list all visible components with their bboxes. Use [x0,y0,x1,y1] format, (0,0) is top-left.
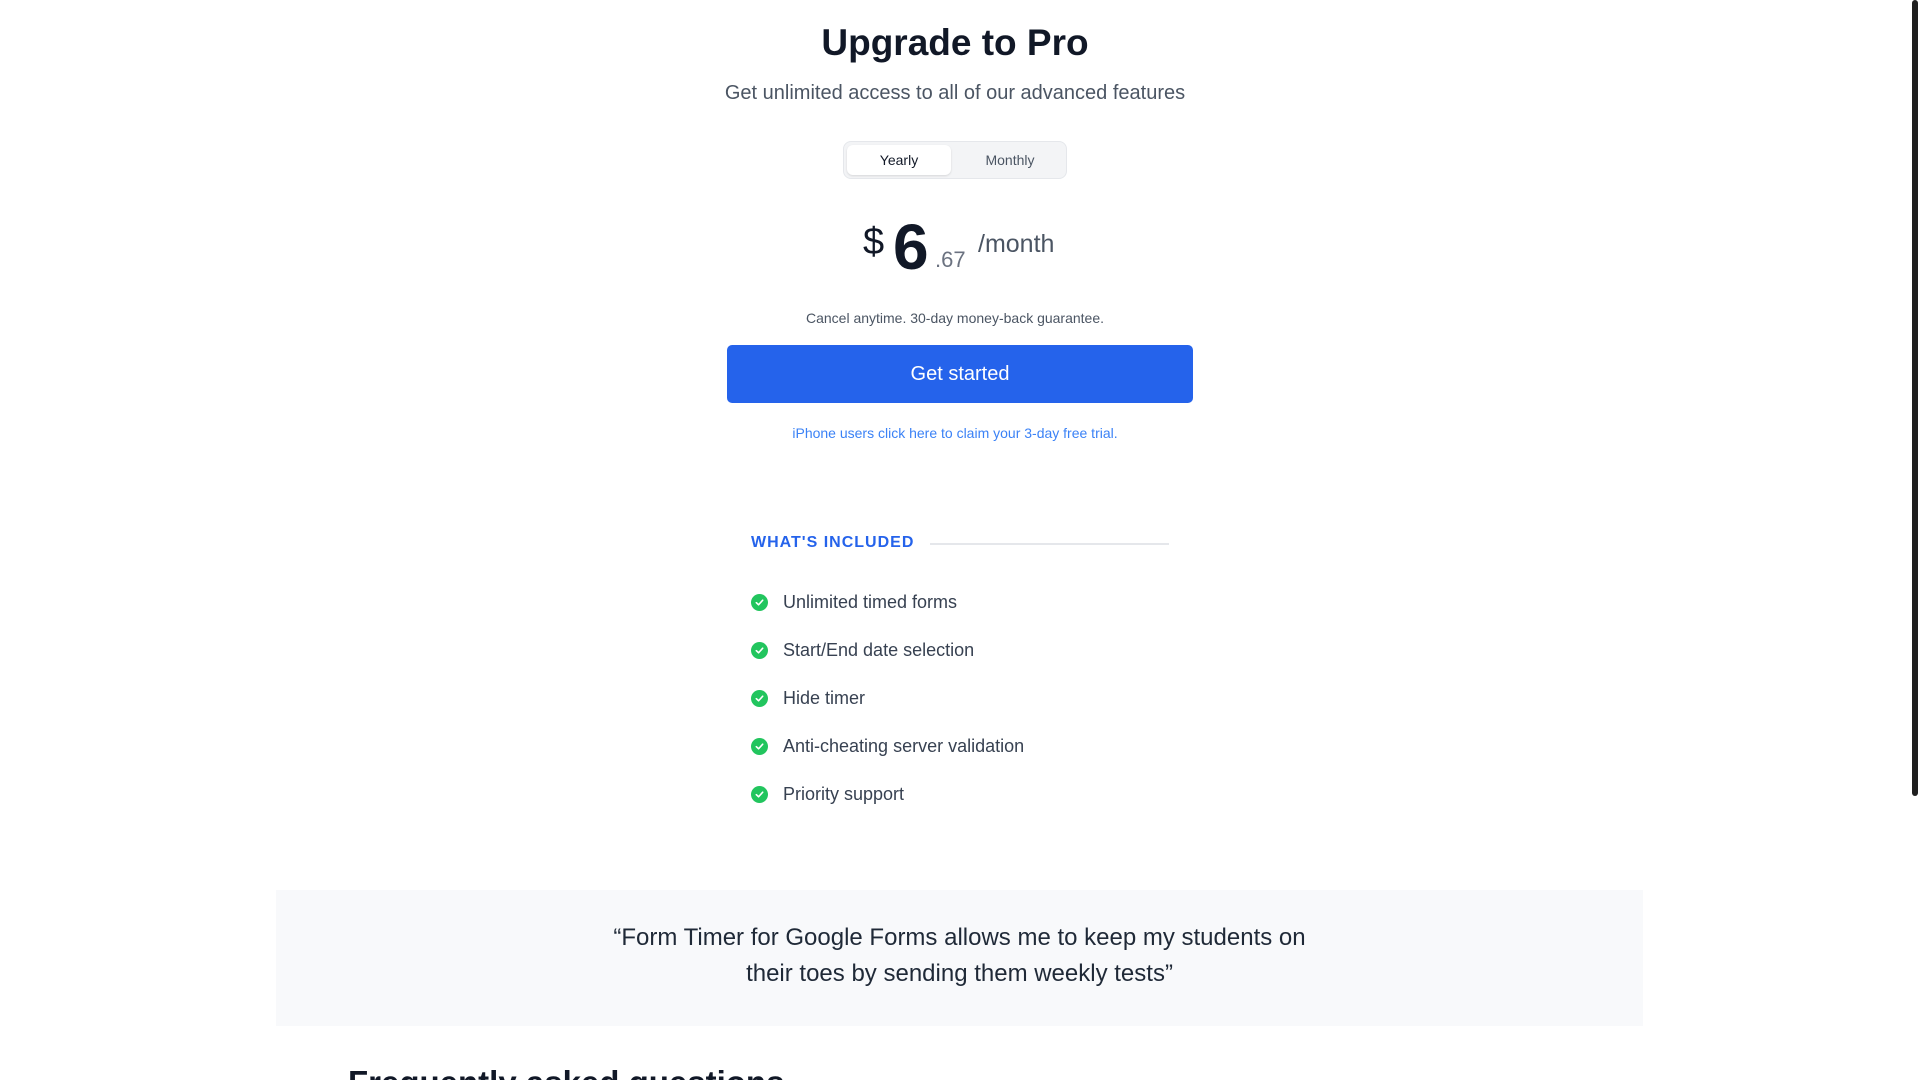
pricing-page: Upgrade to Pro Get unlimited access to a… [0,0,1920,1080]
feature-list: Unlimited timed forms Start/End date sel… [751,588,1024,828]
iphone-trial-link[interactable]: iPhone users click here to claim your 3-… [0,425,1910,441]
price-whole: 6 [893,211,929,283]
testimonial-line: “Form Timer for Google Forms allows me t… [613,924,1306,951]
feature-item: Unlimited timed forms [751,588,1024,636]
feature-item: Hide timer [751,684,1024,732]
testimonial-line: their toes by sending them weekly tests” [746,960,1173,987]
scrollbar-thumb[interactable] [1912,0,1918,796]
yearly-option-button[interactable]: Yearly [847,145,951,175]
page-title: Upgrade to Pro [821,22,1089,63]
check-circle-icon [751,786,768,803]
check-circle-icon [751,642,768,659]
page-subtitle: Get unlimited access to all of our advan… [724,82,1186,104]
feature-label: Unlimited timed forms [783,592,958,612]
get-started-button[interactable]: Get started [727,345,1193,403]
check-circle-icon [751,594,768,611]
price-period: /month [978,230,1055,258]
price-currency: $ [863,221,885,263]
faq-heading: Frequently asked questions [348,1064,784,1080]
billing-period-toggle: Yearly Monthly [843,141,1067,179]
testimonial-block: “Form Timer for Google Forms allows me t… [276,890,1643,1026]
feature-item: Priority support [751,780,1024,828]
feature-label: Priority support [783,784,905,804]
feature-item: Anti-cheating server validation [751,732,1024,780]
page-scrollbar[interactable] [1910,0,1920,1080]
check-circle-icon [751,690,768,707]
check-circle-icon [751,738,768,755]
feature-label: Hide timer [783,688,866,708]
feature-label: Anti-cheating server validation [783,736,1025,756]
testimonial-quote: “Form Timer for Google Forms allows me t… [276,920,1643,992]
price-cents: .67 [935,247,966,272]
monthly-option-button[interactable]: Monthly [958,145,1062,175]
feature-label: Start/End date selection [783,640,975,660]
included-heading: WHAT'S INCLUDED [751,534,915,551]
guarantee-text: Cancel anytime. 30-day money-back guaran… [805,310,1105,326]
included-divider [930,543,1169,545]
feature-item: Start/End date selection [751,636,1024,684]
price-display: $ 6 .67 /month [860,210,1060,283]
